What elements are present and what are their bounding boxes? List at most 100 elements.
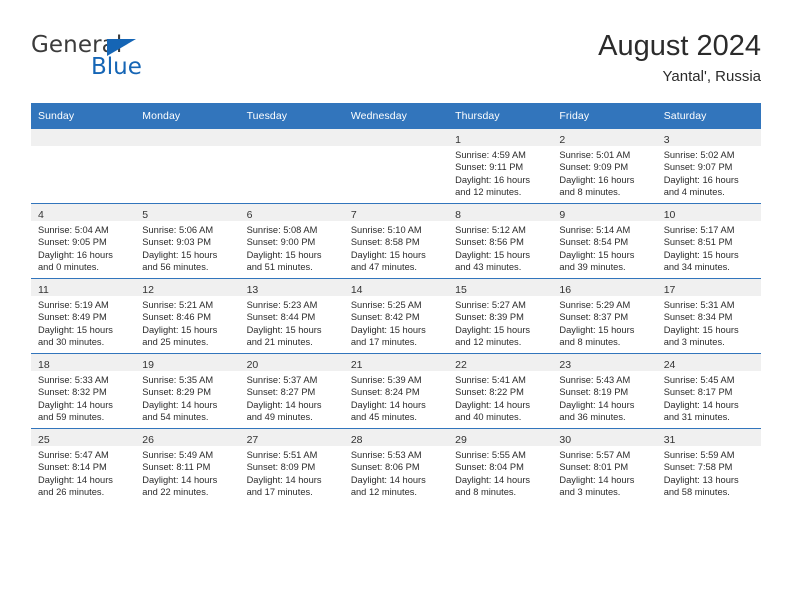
daylight-text-line1: Daylight: 16 hours <box>455 174 531 185</box>
day-number-band: 19 <box>135 354 240 371</box>
calendar-day-cell[interactable]: 3 Sunrise: 5:02 AM Sunset: 9:07 PM Daylight… <box>656 128 761 204</box>
day-cell-details: Sunrise: 5:06 AM Sunset: 9:03 PM Daylight:… <box>135 221 239 274</box>
calendar-day-cell[interactable]: 13 Sunrise: 5:23 AM Sunset: 8:44 PM Dayligh… <box>239 278 344 354</box>
calendar-day-cell[interactable]: 17 Sunrise: 5:31 AM Sunset: 8:34 PM Dayligh… <box>656 278 761 354</box>
sunset-text: Sunset: 8:42 PM <box>350 312 420 323</box>
daylight-text-line1: Daylight: 15 hours <box>350 324 426 335</box>
calendar-day-cell[interactable]: 5 Sunrise: 5:06 AM Sunset: 9:03 PM Daylight… <box>135 203 240 279</box>
calendar-day-cell-empty <box>31 128 136 204</box>
day-cell-details: Sunrise: 5:31 AM Sunset: 8:34 PM Daylight:… <box>657 296 761 349</box>
calendar-day-cell[interactable]: 15 Sunrise: 5:27 AM Sunset: 8:39 PM Dayligh… <box>448 278 553 354</box>
calendar-day-cell[interactable]: 10 Sunrise: 5:17 AM Sunset: 8:51 PM Dayligh… <box>656 203 761 279</box>
sunset-text: Sunset: 8:46 PM <box>142 312 212 323</box>
daylight-text-line1: Daylight: 14 hours <box>350 399 426 410</box>
calendar-day-cell[interactable]: 22 Sunrise: 5:41 AM Sunset: 8:22 PM Dayligh… <box>448 353 553 429</box>
day-cell-details: Sunrise: 5:29 AM Sunset: 8:37 PM Daylight:… <box>552 296 656 349</box>
daylight-text-line2: and 40 minutes. <box>455 412 522 423</box>
day-number: 10 <box>663 209 676 221</box>
day-number-band: 23 <box>552 354 657 371</box>
sunset-text: Sunset: 8:01 PM <box>559 462 629 473</box>
day-cell-inner: 13 Sunrise: 5:23 AM Sunset: 8:44 PM Dayligh… <box>239 279 344 353</box>
day-cell-details: Sunrise: 5:43 AM Sunset: 8:19 PM Daylight:… <box>552 371 656 424</box>
calendar-day-cell[interactable]: 9 Sunrise: 5:14 AM Sunset: 8:54 PM Daylight… <box>552 203 657 279</box>
day-cell-details: Sunrise: 5:02 AM Sunset: 9:07 PM Daylight:… <box>657 146 761 199</box>
calendar-day-cell[interactable]: 2 Sunrise: 5:01 AM Sunset: 9:09 PM Daylight… <box>552 128 657 204</box>
sunrise-text: Sunrise: 5:04 AM <box>38 225 109 235</box>
day-number-band: 24 <box>656 354 761 371</box>
calendar-day-cell[interactable]: 12 Sunrise: 5:21 AM Sunset: 8:46 PM Dayligh… <box>135 278 240 354</box>
logo-text-blue: Blue <box>91 54 142 80</box>
calendar-day-cell[interactable]: 8 Sunrise: 5:12 AM Sunset: 8:56 PM Daylight… <box>448 203 553 279</box>
day-number: 23 <box>559 359 572 371</box>
calendar-week-row: 18 Sunrise: 5:33 AM Sunset: 8:32 PM Dayligh… <box>31 353 761 429</box>
day-number: 21 <box>350 359 363 371</box>
day-number-band <box>343 129 449 146</box>
day-number: 30 <box>559 434 572 446</box>
calendar-day-cell[interactable]: 29 Sunrise: 5:55 AM Sunset: 8:04 PM Dayligh… <box>448 428 553 503</box>
daylight-text-line1: Daylight: 15 hours <box>38 324 113 335</box>
day-number-band: 26 <box>135 429 240 446</box>
calendar-header-row: Sunday Monday Tuesday Wednesday Thursday Frid… <box>31 103 761 129</box>
calendar-day-cell[interactable]: 14 Sunrise: 5:25 AM Sunset: 8:42 PM Dayligh… <box>343 278 449 354</box>
daylight-text-line2: and 31 minutes. <box>663 412 730 423</box>
day-cell-inner: 9 Sunrise: 5:14 AM Sunset: 8:54 PM Daylight… <box>552 204 657 278</box>
day-number-band: 6 <box>239 204 344 221</box>
calendar-day-cell[interactable]: 6 Sunrise: 5:08 AM Sunset: 9:00 PM Daylight… <box>239 203 344 279</box>
sunrise-text: Sunrise: 5:06 AM <box>142 225 214 235</box>
calendar-day-cell[interactable]: 24 Sunrise: 5:45 AM Sunset: 8:17 PM Dayligh… <box>656 353 761 429</box>
sunrise-text: Sunrise: 5:25 AM <box>350 300 422 310</box>
sunrise-text: Sunrise: 5:35 AM <box>142 375 214 385</box>
calendar-day-cell[interactable]: 16 Sunrise: 5:29 AM Sunset: 8:37 PM Dayligh… <box>552 278 657 354</box>
daylight-text-line1: Daylight: 14 hours <box>559 399 635 410</box>
day-cell-inner: 26 Sunrise: 5:49 AM Sunset: 8:11 PM Dayligh… <box>135 429 240 503</box>
sunrise-text: Sunrise: 5:23 AM <box>246 300 318 310</box>
day-cell-details <box>240 146 344 149</box>
day-number: 14 <box>350 284 363 296</box>
sunset-text: Sunset: 9:05 PM <box>38 237 107 248</box>
calendar-day-cell[interactable]: 21 Sunrise: 5:39 AM Sunset: 8:24 PM Dayligh… <box>343 353 449 429</box>
daylight-text-line2: and 34 minutes. <box>663 262 730 273</box>
day-cell-details: Sunrise: 5:37 AM Sunset: 8:27 PM Daylight:… <box>240 371 344 424</box>
calendar-day-cell[interactable]: 19 Sunrise: 5:35 AM Sunset: 8:29 PM Dayligh… <box>135 353 240 429</box>
calendar-day-cell[interactable]: 1 Sunrise: 4:59 AM Sunset: 9:11 PM Daylight… <box>448 128 553 204</box>
day-number-band: 14 <box>343 279 449 296</box>
sunset-text: Sunset: 8:06 PM <box>350 462 420 473</box>
day-cell-inner: 8 Sunrise: 5:12 AM Sunset: 8:56 PM Daylight… <box>448 204 553 278</box>
daylight-text-line2: and 21 minutes. <box>246 337 313 348</box>
day-number-band: 28 <box>343 429 449 446</box>
calendar-day-cell[interactable]: 31 Sunrise: 5:59 AM Sunset: 7:58 PM Dayligh… <box>656 428 761 503</box>
day-number-band <box>239 129 344 146</box>
calendar-day-cell[interactable]: 26 Sunrise: 5:49 AM Sunset: 8:11 PM Dayligh… <box>135 428 240 503</box>
day-number-band: 21 <box>343 354 449 371</box>
day-cell-details: Sunrise: 5:23 AM Sunset: 8:44 PM Daylight:… <box>240 296 344 349</box>
calendar-day-cell[interactable]: 18 Sunrise: 5:33 AM Sunset: 8:32 PM Dayligh… <box>31 353 136 429</box>
day-cell-inner: 11 Sunrise: 5:19 AM Sunset: 8:49 PM Dayligh… <box>31 279 136 353</box>
daylight-text-line1: Daylight: 15 hours <box>455 249 531 260</box>
calendar-day-cell[interactable]: 27 Sunrise: 5:51 AM Sunset: 8:09 PM Dayligh… <box>239 428 344 503</box>
calendar-day-cell[interactable]: 20 Sunrise: 5:37 AM Sunset: 8:27 PM Dayligh… <box>239 353 344 429</box>
daylight-text-line2: and 17 minutes. <box>246 487 313 498</box>
calendar-day-cell[interactable]: 30 Sunrise: 5:57 AM Sunset: 8:01 PM Dayligh… <box>552 428 657 503</box>
day-cell-details: Sunrise: 5:51 AM Sunset: 8:09 PM Daylight:… <box>240 446 344 499</box>
weekday-header-tuesday: Tuesday <box>239 103 344 129</box>
daylight-text-line1: Daylight: 15 hours <box>559 249 635 260</box>
calendar-day-cell[interactable]: 11 Sunrise: 5:19 AM Sunset: 8:49 PM Dayligh… <box>31 278 136 354</box>
sunset-text: Sunset: 8:37 PM <box>559 312 629 323</box>
general-blue-logo[interactable]: General Blue <box>31 32 251 90</box>
sunset-text: Sunset: 9:03 PM <box>142 237 212 248</box>
calendar-day-cell[interactable]: 25 Sunrise: 5:47 AM Sunset: 8:14 PM Dayligh… <box>31 428 136 503</box>
day-number: 25 <box>38 434 50 446</box>
sunrise-text: Sunrise: 5:43 AM <box>559 375 631 385</box>
sunset-text: Sunset: 8:34 PM <box>663 312 733 323</box>
day-number-band: 17 <box>656 279 761 296</box>
calendar-day-cell[interactable]: 4 Sunrise: 5:04 AM Sunset: 9:05 PM Daylight… <box>31 203 136 279</box>
calendar-day-cell[interactable]: 23 Sunrise: 5:43 AM Sunset: 8:19 PM Dayligh… <box>552 353 657 429</box>
day-cell-details: Sunrise: 5:35 AM Sunset: 8:29 PM Daylight:… <box>135 371 239 424</box>
day-cell-inner: 22 Sunrise: 5:41 AM Sunset: 8:22 PM Dayligh… <box>448 354 553 428</box>
calendar-day-cell[interactable]: 28 Sunrise: 5:53 AM Sunset: 8:06 PM Dayligh… <box>343 428 449 503</box>
day-cell-inner: 2 Sunrise: 5:01 AM Sunset: 9:09 PM Daylight… <box>552 129 657 203</box>
sunrise-text: Sunrise: 5:41 AM <box>455 375 526 385</box>
day-number: 8 <box>455 209 461 221</box>
daylight-text-line2: and 0 minutes. <box>38 262 99 273</box>
calendar-day-cell[interactable]: 7 Sunrise: 5:10 AM Sunset: 8:58 PM Daylight… <box>343 203 449 279</box>
